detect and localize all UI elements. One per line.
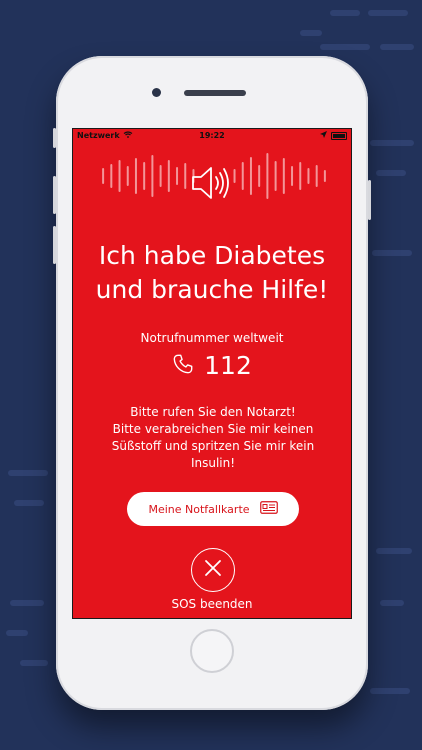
id-card-icon	[259, 501, 278, 517]
close-icon	[203, 558, 223, 582]
emergency-card-button-label: Meine Notfallkarte	[148, 502, 250, 516]
speaker-icon[interactable]	[190, 163, 234, 203]
battery-icon	[331, 131, 347, 140]
headline-line-1: Ich habe Diabetes	[98, 241, 326, 270]
instructions-line-4: Insulin!	[190, 456, 236, 470]
end-sos-label: SOS beenden	[171, 597, 253, 611]
volume-down-button	[53, 226, 56, 264]
phone-frame: Netzwerk 19:22 Ich habe Diabetes und bra…	[53, 56, 371, 710]
home-button[interactable]	[190, 629, 234, 673]
headline-line-2: und brauche Hilfe!	[95, 275, 329, 304]
volume-up-button	[53, 176, 56, 214]
hotline-call-link[interactable]: 112	[73, 351, 351, 380]
mute-switch	[53, 128, 56, 148]
status-bar: Netzwerk 19:22	[73, 129, 351, 143]
phone-icon	[172, 353, 194, 379]
instructions-text: Bitte rufen Sie den Notarzt! Bitte verab…	[103, 404, 323, 472]
emergency-screen: Netzwerk 19:22 Ich habe Diabetes und bra…	[72, 128, 352, 619]
instructions-line-1: Bitte rufen Sie den Notarzt!	[130, 405, 296, 419]
instructions-line-3: Süßstoff und spritzen Sie mir kein	[111, 439, 315, 453]
front-camera	[152, 88, 161, 97]
end-sos-button[interactable]	[191, 548, 235, 592]
headline: Ich habe Diabetes und brauche Hilfe!	[73, 239, 351, 307]
hotline-label: Notrufnummer weltweit	[140, 331, 284, 345]
location-icon	[320, 131, 327, 140]
hotline-number: 112	[204, 351, 252, 380]
emergency-card-button[interactable]: Meine Notfallkarte	[127, 492, 299, 526]
earpiece-speaker	[184, 90, 246, 96]
power-button	[368, 180, 371, 220]
instructions-line-2: Bitte verabreichen Sie mir keinen	[112, 422, 314, 436]
status-time: 19:22	[199, 131, 225, 140]
